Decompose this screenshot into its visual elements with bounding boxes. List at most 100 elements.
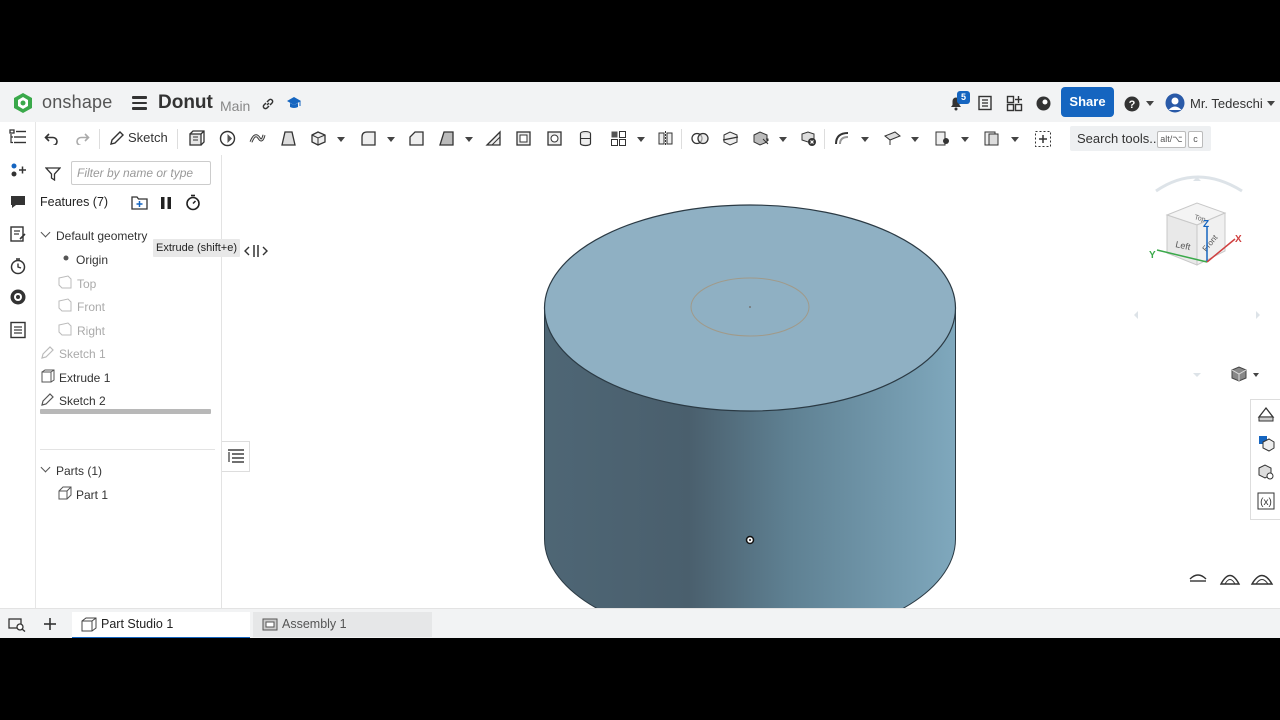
sweep-icon[interactable]: [249, 130, 266, 147]
hamburger-menu-icon[interactable]: [132, 96, 147, 113]
add-folder-icon[interactable]: [131, 195, 148, 210]
extrude-tooltip: Extrude (shift+e): [153, 239, 241, 257]
part-item-part-1[interactable]: Part 1: [76, 488, 108, 502]
boolean-icon[interactable]: [691, 130, 709, 147]
modify-dropdown-caret-icon[interactable]: [861, 137, 869, 142]
parts-heading[interactable]: Parts (1): [56, 464, 102, 478]
branch-label[interactable]: Main: [220, 98, 250, 114]
undo-icon[interactable]: [44, 131, 58, 145]
feature-item-extrude-1[interactable]: Extrude 1: [59, 371, 110, 385]
thicken-icon[interactable]: [310, 130, 327, 147]
split-icon[interactable]: [722, 130, 739, 147]
add-variable-icon[interactable]: [9, 161, 27, 179]
document-title[interactable]: Donut: [158, 92, 213, 114]
chamfer-icon[interactable]: [408, 130, 425, 147]
feature-list-panel: Filter by name or type Features (7) Defa…: [36, 155, 222, 608]
plane-item-top[interactable]: Top: [77, 277, 96, 291]
part-3d-view[interactable]: Top Left Front Z Y X: [222, 155, 1280, 638]
draft-dropdown-caret-icon[interactable]: [465, 137, 473, 142]
plane-item-front[interactable]: Front: [77, 300, 105, 314]
tab-assembly-1[interactable]: Assembly 1: [253, 612, 432, 637]
fillet-icon[interactable]: [360, 130, 377, 147]
render-mode-icon[interactable]: [1219, 574, 1241, 585]
thread-cylinder-icon[interactable]: [577, 130, 594, 147]
search-tools-input[interactable]: Search tools... alt/⌥ c: [1070, 126, 1211, 151]
view-cube[interactable]: Top Left Front Z Y X: [1134, 175, 1260, 377]
feature-list-icon[interactable]: [9, 129, 27, 145]
add-tab-icon[interactable]: [43, 617, 57, 631]
measurement-icon[interactable]: [1250, 574, 1274, 585]
shell-icon[interactable]: [515, 130, 532, 147]
education-cap-icon[interactable]: [286, 96, 302, 110]
draft-icon[interactable]: [438, 130, 455, 147]
filter-icon[interactable]: [45, 167, 61, 181]
sketch-center-point: [749, 306, 751, 308]
plane-icon: [58, 298, 72, 312]
help-icon[interactable]: ?: [1124, 96, 1140, 112]
plane-dropdown-caret-icon[interactable]: [911, 137, 919, 142]
view-options-icon[interactable]: [1231, 366, 1259, 382]
user-menu-caret-icon[interactable]: [1267, 101, 1275, 106]
appearance-panel-icon[interactable]: [1257, 405, 1275, 423]
comments-icon[interactable]: [9, 194, 27, 210]
plane-item-right[interactable]: Right: [77, 324, 105, 338]
transform-dropdown-caret-icon[interactable]: [779, 137, 787, 142]
part-studio-icon: [81, 617, 97, 632]
origin-item[interactable]: Origin: [76, 253, 108, 267]
default-geometry-folder[interactable]: Default geometry: [56, 229, 147, 243]
tab-manager-icon[interactable]: [8, 618, 26, 632]
rollback-bar[interactable]: [40, 409, 211, 414]
section-view-icon[interactable]: [1189, 574, 1207, 582]
onshape-logo-icon[interactable]: [12, 92, 34, 114]
shortcut-key: c: [1188, 131, 1203, 148]
panel-resize-icon[interactable]: [244, 244, 268, 258]
link-icon[interactable]: [261, 97, 275, 111]
modify-fillet-icon[interactable]: [834, 130, 851, 147]
mirror-icon[interactable]: [657, 130, 674, 147]
user-avatar-icon[interactable]: [1165, 93, 1185, 113]
configurations-panel-icon[interactable]: [1257, 434, 1275, 452]
connector-dropdown-caret-icon[interactable]: [961, 137, 969, 142]
pencil-icon: [110, 131, 124, 145]
filter-input[interactable]: Filter by name or type: [71, 161, 211, 185]
feature-item-sketch-2[interactable]: Sketch 2: [59, 394, 106, 408]
app-store-grid-icon[interactable]: [1006, 95, 1023, 112]
variables-panel-icon[interactable]: (x): [1257, 492, 1275, 510]
tab-part-studio-1[interactable]: Part Studio 1: [72, 612, 250, 638]
properties-panel-icon[interactable]: [1257, 463, 1275, 481]
plane-icon[interactable]: [884, 130, 901, 147]
learning-center-icon[interactable]: [1035, 95, 1052, 112]
user-name[interactable]: Mr. Tedeschi: [1190, 96, 1263, 111]
delete-part-icon[interactable]: [800, 130, 817, 147]
collapse-parts-icon[interactable]: [40, 462, 51, 473]
feature-item-sketch-1[interactable]: Sketch 1: [59, 347, 106, 361]
thicken-dropdown-caret-icon[interactable]: [337, 137, 345, 142]
loft-icon[interactable]: [280, 130, 297, 147]
revolve-icon[interactable]: [219, 130, 236, 147]
hole-icon[interactable]: [546, 130, 563, 147]
help-caret-icon[interactable]: [1146, 101, 1154, 106]
notes-icon[interactable]: [9, 225, 27, 243]
collapse-default-geometry-icon[interactable]: [40, 227, 51, 238]
rib-icon[interactable]: [485, 130, 502, 147]
pattern-dropdown-caret-icon[interactable]: [637, 137, 645, 142]
pattern-icon[interactable]: [610, 130, 627, 147]
extrude-icon[interactable]: [188, 130, 205, 147]
variable-icon[interactable]: [983, 130, 1000, 147]
redo-icon[interactable]: [76, 131, 90, 145]
share-button[interactable]: Share: [1061, 87, 1114, 117]
timer-icon[interactable]: [185, 194, 201, 211]
history-icon[interactable]: [9, 257, 27, 275]
inspect-icon[interactable]: [9, 288, 27, 306]
fillet-dropdown-caret-icon[interactable]: [387, 137, 395, 142]
origin-point-icon: [63, 255, 69, 261]
mate-connector-icon[interactable]: [934, 130, 951, 147]
graphics-viewport[interactable]: Top Left Front Z Y X: [222, 155, 1280, 638]
add-custom-feature-icon[interactable]: [1034, 130, 1052, 148]
bill-of-materials-icon[interactable]: [9, 321, 27, 339]
pause-icon[interactable]: [160, 196, 172, 210]
variable-dropdown-caret-icon[interactable]: [1011, 137, 1019, 142]
feature-list-toggle[interactable]: [222, 441, 250, 472]
transform-icon[interactable]: [752, 130, 769, 147]
release-list-icon[interactable]: [977, 95, 993, 111]
